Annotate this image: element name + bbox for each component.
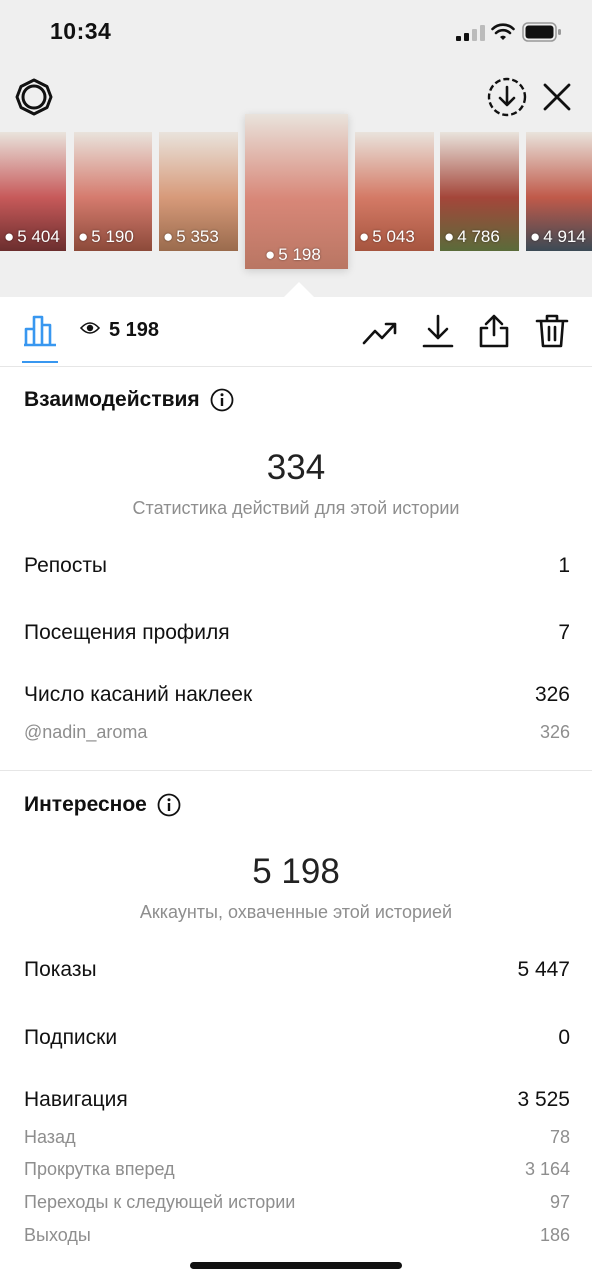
interactions-caption: Статистика действий для этой истории [132,498,460,518]
stat-sub-row: Назад 78 [24,1127,570,1148]
home-indicator [190,1262,402,1269]
eye-icon: ● [530,227,541,246]
close-icon[interactable] [540,80,574,114]
story-views: ● 5 190 [78,227,134,246]
section-divider [0,770,592,771]
info-icon[interactable] [157,793,181,817]
trash-icon[interactable] [534,313,570,349]
stat-sub-row: Прокрутка вперед 3 164 [24,1159,570,1180]
share-icon[interactable] [476,313,512,349]
download-icon[interactable] [420,313,456,349]
stat-row: Репосты 1 [24,554,570,578]
stat-sub-row: Переходы к следующей истории 97 [24,1192,570,1213]
stat-label: @nadin_aroma [24,722,148,742]
stat-sub-row: @nadin_aroma 326 [24,722,570,743]
status-bar: 10:34 [0,0,592,64]
story-thumbnail[interactable]: ● 4 786 [440,132,519,251]
story-thumbnail[interactable]: ● 4 914 [526,132,592,251]
stat-row: Подписки 0 [24,1026,570,1050]
eye-icon: ● [265,245,276,264]
eye-icon: ● [78,227,89,246]
stat-label: Навигация [24,1088,128,1111]
stories-header: 10:34 ● 5 404 ● 5 190 ● 5 353 ● 5 198 ● … [0,0,592,297]
stat-value: 97 [549,1192,570,1212]
eye-icon [80,322,100,334]
stat-row: Навигация 3 525 [24,1088,570,1112]
story-thumbnail[interactable]: ● 5 353 [159,132,238,251]
stat-value: 0 [558,1026,570,1049]
eye-icon: ● [4,227,15,246]
eye-icon: ● [444,227,455,246]
battery-icon [522,22,561,42]
stat-label: Показы [24,958,97,981]
signal-icon [456,25,485,41]
trend-icon[interactable] [362,313,398,349]
active-tab-indicator [22,361,58,363]
stat-value: 7 [558,621,570,644]
interactions-title: Взаимодействия [24,388,234,412]
discovery-title: Интересное [24,793,181,817]
stat-value: 1 [558,554,570,577]
settings-icon[interactable] [14,77,54,117]
story-views: ● 4 786 [444,227,500,246]
story-views: ● 5 043 [359,227,415,246]
stat-row: Показы 5 447 [24,958,570,982]
stat-label: Число касаний наклеек [24,683,253,706]
views-total: 5 198 [109,319,160,341]
selected-pointer [284,282,314,297]
interactions-total: 334 [266,448,326,487]
stat-value: 186 [539,1225,570,1245]
story-views: ● 4 914 [530,227,586,246]
story-views: ● 5 404 [4,227,60,246]
stat-row: Посещения профиля 7 [24,621,570,645]
status-time: 10:34 [50,18,112,44]
discovery-caption: Аккаунты, охваченные этой историей [139,902,453,922]
download-circle-icon[interactable] [486,76,528,118]
stat-label: Репосты [24,554,108,577]
stat-value: 326 [539,722,570,742]
info-icon[interactable] [210,388,234,412]
stat-sub-row: Выходы 186 [24,1225,570,1246]
stat-label: Переходы к следующей истории [24,1192,296,1212]
stat-label: Подписки [24,1026,118,1049]
stat-value: 3 525 [517,1088,570,1111]
story-thumbnail-selected[interactable]: ● 5 198 [245,114,348,269]
stat-value: 3 164 [524,1159,570,1179]
story-thumbnail[interactable]: ● 5 404 [0,132,66,251]
bar-chart-icon[interactable] [22,313,58,347]
story-views: ● 5 353 [163,227,219,246]
stat-label: Выходы [24,1225,91,1245]
story-thumbnail[interactable]: ● 5 190 [74,132,152,251]
stat-value: 78 [549,1127,570,1147]
stat-value: 326 [534,683,570,706]
stat-label: Прокрутка вперед [24,1159,175,1179]
stat-row: Число касаний наклеек 326 [24,683,570,707]
stat-label: Назад [24,1127,76,1147]
eye-icon: ● [163,227,174,246]
insights-toolbar: 5 198 [0,297,592,367]
discovery-total: 5 198 [252,852,340,891]
story-thumbnail[interactable]: ● 5 043 [355,132,434,251]
stat-label: Посещения профиля [24,621,230,644]
story-views: ● 5 198 [265,245,321,264]
stat-value: 5 447 [517,958,570,981]
eye-icon: ● [359,227,370,246]
wifi-icon [491,23,515,40]
